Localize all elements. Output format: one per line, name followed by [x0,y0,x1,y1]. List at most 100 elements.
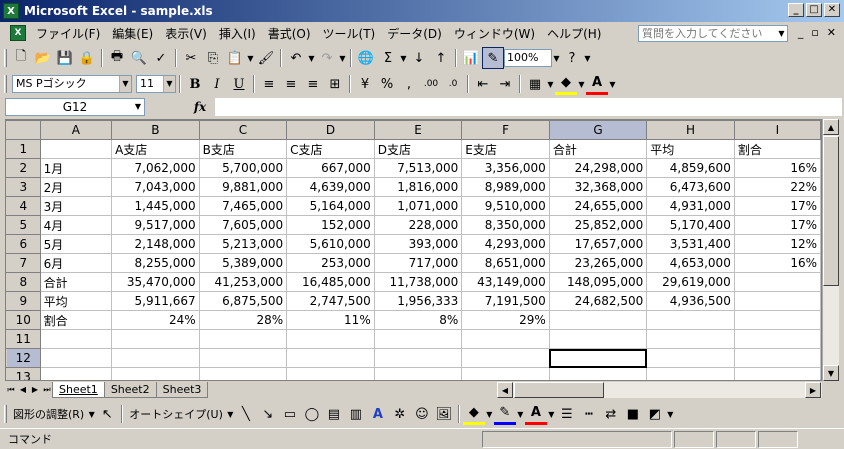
cell[interactable]: 7,191,500 [461,291,550,311]
worksheet-grid[interactable]: A B C D E F G H I 1 A支店 B支店 C支店 D支店 E支店 合計 平均 割合… [5,119,822,381]
first-sheet-icon[interactable]: ⏮ [5,385,17,395]
cell[interactable] [198,329,288,349]
row-header[interactable]: 13 [6,367,41,380]
cell[interactable]: 22% [733,177,821,197]
tab-sheet3[interactable]: Sheet3 [155,381,209,398]
chevron-down-icon[interactable]: ▼ [246,54,255,63]
font-select[interactable]: MS Pゴシック ▼ [12,75,132,93]
decrease-indent-icon[interactable]: ⇤ [472,73,494,95]
chevron-down-icon[interactable]: ▼ [776,26,787,41]
cell[interactable]: 9,510,000 [461,196,550,216]
sort-descending-icon[interactable]: ↑ [430,47,452,69]
cell[interactable]: 4,293,000 [461,234,550,254]
maximize-button[interactable]: □ [806,3,822,17]
cell[interactable]: 5月 [39,234,113,254]
zoom-select[interactable]: 100% [504,49,552,67]
cell[interactable]: 割合 [39,310,113,330]
paste-icon[interactable]: 📋 [224,47,246,69]
cell[interactable]: 4月 [39,215,113,235]
cell[interactable] [286,348,375,368]
cell[interactable] [548,329,648,349]
cell[interactable]: 16% [733,253,821,273]
menu-file[interactable]: ファイル(F) [30,25,106,42]
cell[interactable]: 17,657,000 [548,234,648,254]
cell[interactable]: 29,619,000 [646,272,735,292]
cell[interactable]: 8,255,000 [111,253,200,273]
row-header[interactable]: 6 [6,234,41,254]
redo-icon[interactable]: ↷ [316,47,338,69]
column-header[interactable]: H [646,120,735,140]
menu-data[interactable]: データ(D) [381,25,448,42]
cell[interactable] [286,367,375,380]
cell[interactable] [111,348,200,368]
menu-help[interactable]: ヘルプ(H) [541,25,607,42]
picture-icon[interactable]: 🖼 [433,403,455,425]
cell[interactable] [111,329,200,349]
chevron-down-icon[interactable]: ▼ [583,54,592,63]
cell[interactable] [548,310,648,330]
cell[interactable]: 24% [111,310,200,330]
cell[interactable]: C支店 [286,139,375,159]
cell[interactable]: 合計 [548,139,648,159]
close-button[interactable]: ✕ [824,3,840,17]
horizontal-scrollbar[interactable]: ◀ ▶ [497,382,822,398]
cell[interactable]: 7,465,000 [198,196,288,216]
cell[interactable] [39,139,113,159]
arrow-style-icon[interactable]: ⇄ [600,403,622,425]
row-header[interactable]: 11 [6,329,41,349]
cell[interactable]: 8,350,000 [461,215,550,235]
formula-input[interactable] [215,98,842,116]
cell[interactable]: 平均 [646,139,735,159]
scroll-thumb[interactable] [514,382,604,398]
cell[interactable]: 3,531,400 [646,234,735,254]
cell[interactable]: 667,000 [286,158,375,178]
chevron-down-icon[interactable]: ▼ [338,54,347,63]
cell[interactable]: 16,485,000 [286,272,375,292]
column-header[interactable]: D [286,120,375,140]
cell[interactable]: 12% [733,234,821,254]
cell[interactable]: 8,651,000 [461,253,550,273]
vertical-scrollbar[interactable]: ▲ ▼ [822,119,839,381]
row-header[interactable]: 10 [6,310,41,330]
row-header[interactable]: 2 [6,158,41,178]
cell[interactable]: 4,639,000 [286,177,375,197]
cell[interactable] [111,367,200,380]
scroll-right-icon[interactable]: ▶ [805,382,821,398]
cell[interactable]: D支店 [373,139,463,159]
wordart-icon[interactable]: A [367,403,389,425]
toolbar-grip[interactable] [4,75,7,93]
select-objects-icon[interactable]: ↖ [96,403,118,425]
cell[interactable] [373,367,463,380]
cell[interactable] [461,367,550,380]
help-icon[interactable]: ? [561,47,583,69]
cell[interactable] [548,367,648,380]
sort-ascending-icon[interactable]: ↓ [408,47,430,69]
cell[interactable]: 253,000 [286,253,375,273]
cell[interactable]: A支店 [111,139,200,159]
cell[interactable]: 11,738,000 [373,272,463,292]
toolbar-grip[interactable] [4,405,7,423]
line-style-icon[interactable]: ☰ [556,403,578,425]
scroll-up-icon[interactable]: ▲ [823,119,839,135]
doc-restore-button[interactable]: ▫ [811,26,818,39]
excel-icon[interactable]: X [3,3,19,19]
cell[interactable]: 32,368,000 [548,177,648,197]
cell[interactable]: 2,747,500 [286,291,375,311]
chevron-down-icon[interactable]: ▼ [399,54,408,63]
cell[interactable]: 23,265,000 [548,253,648,273]
chevron-down-icon[interactable]: ▼ [307,54,316,63]
doc-close-button[interactable]: ✕ [827,26,836,39]
cell[interactable] [373,348,463,368]
cell[interactable]: 41,253,000 [198,272,288,292]
minimize-button[interactable]: _ [788,3,804,17]
cell[interactable] [39,367,113,380]
shadow-icon[interactable]: ■ [622,403,644,425]
cell[interactable]: 1,071,000 [373,196,463,216]
cell[interactable]: 6,875,500 [198,291,288,311]
drawing-icon[interactable]: ✎ [482,47,504,69]
merge-center-icon[interactable]: ⊞ [324,73,346,95]
cell[interactable] [733,367,821,380]
row-header[interactable]: 4 [6,196,41,216]
align-right-icon[interactable]: ≡ [302,73,324,95]
cell[interactable]: 8,989,000 [461,177,550,197]
